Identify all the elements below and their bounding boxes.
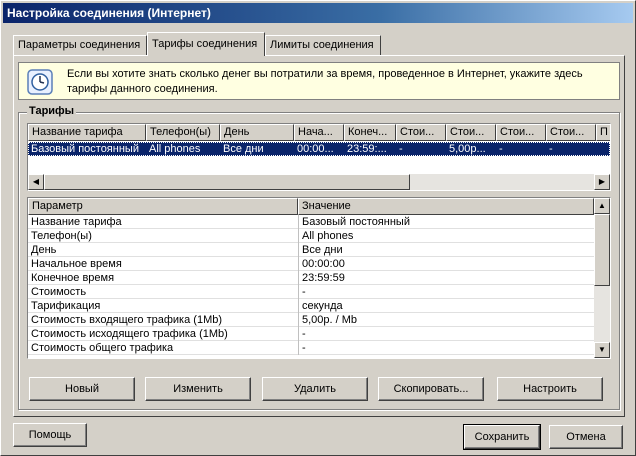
cell: 23:59:...	[347, 143, 387, 155]
property-name: Стоимость общего трафика	[31, 342, 174, 354]
tariffs-tab-panel: Если вы хотите знать сколько денег вы по…	[13, 55, 625, 417]
column-header[interactable]: Значение	[298, 198, 594, 215]
column-header[interactable]: Нача...	[294, 124, 344, 141]
cell: All phones	[149, 143, 201, 155]
cell: -	[549, 143, 553, 155]
property-row[interactable]: Стоимость общего трафика -	[28, 341, 594, 355]
properties-header: Параметр Значение	[28, 198, 610, 215]
table-row[interactable]: Базовый постоянный All phones Все дни 00…	[28, 142, 610, 156]
tab-limits[interactable]: Лимиты соединения	[265, 35, 381, 55]
scroll-up-icon[interactable]: ▲	[594, 198, 610, 214]
property-value: Все дни	[298, 243, 594, 257]
dialog-window: Настройка соединения (Интернет) Параметр…	[0, 0, 636, 456]
property-name: День	[31, 244, 57, 256]
save-button[interactable]: Сохранить	[463, 424, 541, 450]
properties-grid[interactable]: Параметр Значение Название тарифа Базовы…	[27, 197, 611, 359]
scroll-left-icon[interactable]: ◀	[28, 174, 44, 190]
column-header[interactable]: Параметр	[28, 198, 298, 215]
cell: Базовый постоянный	[31, 143, 139, 155]
column-header[interactable]: Стои...	[496, 124, 546, 141]
info-banner: Если вы хотите знать сколько денег вы по…	[18, 62, 620, 100]
property-row[interactable]: Стоимость -	[28, 285, 594, 299]
column-header[interactable]: День	[220, 124, 294, 141]
column-header[interactable]: Стои...	[546, 124, 596, 141]
column-header[interactable]: Стои...	[396, 124, 446, 141]
cancel-button[interactable]: Отмена	[549, 425, 623, 449]
clock-icon	[27, 69, 53, 95]
tariffs-groupbox: Тарифы Название тарифа Телефон(ы) День Н…	[18, 105, 620, 410]
property-value: -	[298, 327, 594, 341]
property-value: 23:59:59	[298, 271, 594, 285]
cell: -	[399, 143, 403, 155]
column-header[interactable]: П	[596, 124, 610, 141]
cell: -	[499, 143, 503, 155]
property-row[interactable]: Название тарифа Базовый постоянный	[28, 215, 594, 229]
property-value: -	[298, 285, 594, 299]
vertical-scrollbar[interactable]: ▲ ▼	[594, 198, 610, 358]
property-row[interactable]: Стоимость входящего трафика (1Mb) 5,00р.…	[28, 313, 594, 327]
property-name: Тарификация	[31, 300, 101, 312]
property-value: All phones	[298, 229, 594, 243]
column-header[interactable]: Телефон(ы)	[146, 124, 220, 141]
property-value: -	[298, 341, 594, 355]
property-name: Телефон(ы)	[31, 230, 92, 242]
column-header[interactable]: Стои...	[446, 124, 496, 141]
property-row[interactable]: Тарификация секунда	[28, 299, 594, 313]
property-row[interactable]: День Все дни	[28, 243, 594, 257]
tab-tariffs[interactable]: Тарифы соединения	[147, 32, 265, 56]
column-header[interactable]: Название тарифа	[28, 124, 146, 141]
property-row[interactable]: Телефон(ы) All phones	[28, 229, 594, 243]
column-header[interactable]: Конеч...	[344, 124, 396, 141]
tariffs-list-header: Название тарифа Телефон(ы) День Нача... …	[28, 124, 610, 141]
tab-connection-params[interactable]: Параметры соединения	[13, 35, 147, 55]
scroll-down-icon[interactable]: ▼	[594, 342, 610, 358]
tariffs-list[interactable]: Название тарифа Телефон(ы) День Нача... …	[27, 123, 611, 191]
property-name: Стоимость входящего трафика (1Mb)	[31, 314, 223, 326]
property-value: Базовый постоянный	[298, 215, 594, 229]
cell: Все дни	[223, 143, 264, 155]
info-text: Если вы хотите знать сколько денег вы по…	[67, 68, 583, 95]
scroll-thumb[interactable]	[44, 174, 410, 190]
copy-button[interactable]: Скопировать...	[378, 377, 484, 401]
help-button[interactable]: Помощь	[13, 423, 87, 447]
property-row[interactable]: Начальное время 00:00:00	[28, 257, 594, 271]
property-name: Стоимость исходящего трафика (1Mb)	[31, 328, 228, 340]
group-title: Тарифы	[27, 105, 77, 117]
new-button[interactable]: Новый	[29, 377, 135, 401]
property-value: 5,00р. / Mb	[298, 313, 594, 327]
horizontal-scrollbar[interactable]: ◀ ▶	[28, 174, 610, 190]
property-name: Стоимость	[31, 286, 87, 298]
property-name: Конечное время	[31, 272, 115, 284]
property-value: секунда	[298, 299, 594, 313]
scroll-right-icon[interactable]: ▶	[594, 174, 610, 190]
configure-button[interactable]: Настроить	[497, 377, 603, 401]
cell: 5,00р...	[449, 143, 486, 155]
property-name: Название тарифа	[31, 216, 122, 228]
title-bar: Настройка соединения (Интернет)	[3, 3, 633, 23]
property-row[interactable]: Стоимость исходящего трафика (1Mb) -	[28, 327, 594, 341]
property-value: 00:00:00	[298, 257, 594, 271]
edit-button[interactable]: Изменить	[145, 377, 251, 401]
scroll-thumb[interactable]	[594, 214, 610, 286]
property-row[interactable]: Конечное время 23:59:59	[28, 271, 594, 285]
property-name: Начальное время	[31, 258, 122, 270]
cell: 00:00...	[297, 143, 334, 155]
delete-button[interactable]: Удалить	[262, 377, 368, 401]
